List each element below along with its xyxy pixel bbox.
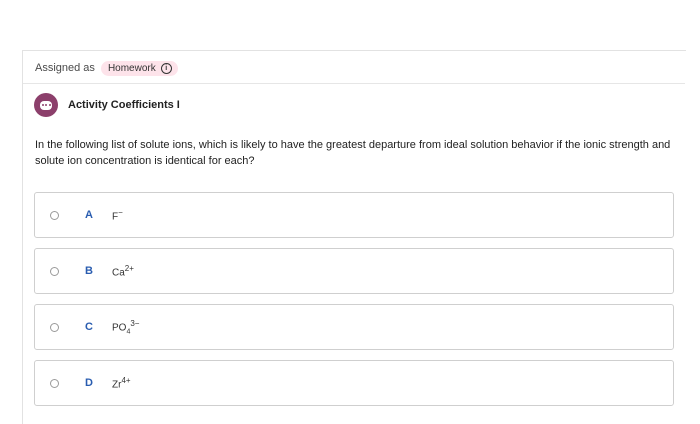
- radio-button[interactable]: [50, 266, 59, 276]
- option-letter: C: [85, 321, 93, 333]
- activity-header: Activity Coefficients I: [34, 93, 180, 117]
- answer-option-d[interactable]: D Zr4+: [34, 360, 674, 406]
- radio-button[interactable]: [50, 322, 59, 332]
- page: Assigned as Homework i Activity Coeffici…: [0, 0, 700, 424]
- option-letter: B: [85, 265, 93, 277]
- homework-badge[interactable]: Homework i: [100, 60, 178, 76]
- answer-option-b[interactable]: B Ca2+: [34, 248, 674, 294]
- info-icon[interactable]: i: [160, 62, 172, 74]
- option-answer: Zr4+: [112, 375, 131, 391]
- assigned-as-label: Assigned as: [35, 62, 95, 74]
- answer-option-a[interactable]: A F−: [34, 192, 674, 238]
- option-answer: F−: [112, 207, 123, 223]
- option-letter: D: [85, 377, 93, 389]
- answer-option-c[interactable]: C PO43−: [34, 304, 674, 350]
- question-text: In the following list of solute ions, wh…: [35, 139, 671, 167]
- option-letter: A: [85, 209, 93, 221]
- radio-button[interactable]: [50, 210, 59, 220]
- option-answer: PO43−: [112, 318, 140, 336]
- homework-badge-label: Homework: [107, 62, 156, 74]
- divider: [23, 83, 685, 84]
- radio-button[interactable]: [50, 378, 59, 388]
- assignment-row: Assigned as Homework i: [35, 60, 178, 76]
- chat-bubble-icon: [34, 93, 58, 117]
- option-answer: Ca2+: [112, 263, 134, 279]
- activity-title: Activity Coefficients I: [68, 99, 180, 111]
